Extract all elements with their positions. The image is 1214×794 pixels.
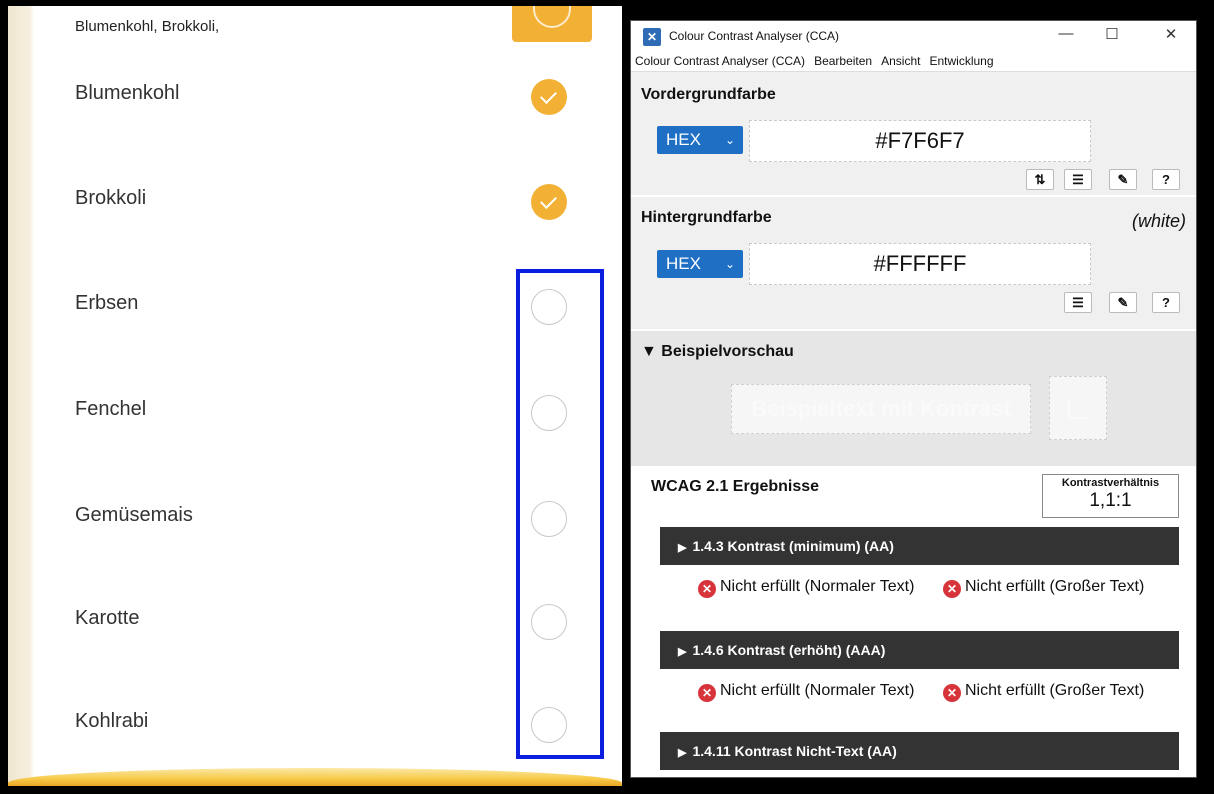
eyedropper-icon[interactable]: ✎	[1109, 292, 1137, 313]
result-normal-text: ✕ Nicht erfüllt (Normaler Text)	[698, 578, 918, 598]
item-label: Fenchel	[75, 398, 147, 420]
sliders-icon[interactable]: ☰	[1064, 292, 1092, 313]
list-item[interactable]: Brokkoli	[34, 171, 618, 231]
checked-icon[interactable]	[531, 79, 567, 115]
help-icon[interactable]: ?	[1152, 292, 1180, 313]
preview-toggle[interactable]: ▼ Beispielvorschau	[641, 343, 794, 361]
contrast-ratio-box: Kontrastverhältnis 1,1:1	[1042, 474, 1179, 518]
chart-preview-icon	[1049, 376, 1107, 440]
format-label: HEX	[666, 254, 701, 273]
chevron-up-icon	[533, 6, 571, 28]
preview-section: ▼ Beispielvorschau Beispieltext mit Kont…	[631, 329, 1196, 466]
background-format-select[interactable]: HEX ⌄	[657, 250, 743, 278]
selection-summary: Blumenkohl, Brokkoli,	[75, 18, 220, 35]
maximize-icon[interactable]: ☐	[1097, 25, 1127, 43]
cca-window: ✕ Colour Contrast Analyser (CCA) — ☐ ✕ C…	[630, 20, 1197, 778]
title-bar[interactable]: ✕ Colour Contrast Analyser (CCA) — ☐ ✕	[631, 21, 1196, 51]
triangle-down-icon: ▼	[641, 343, 657, 360]
ratio-value: 1,1:1	[1089, 490, 1132, 511]
item-label: Erbsen	[75, 292, 139, 314]
cca-app-icon: ✕	[643, 28, 661, 46]
criterion-label: 1.4.3 Kontrast (minimum) (AA)	[692, 538, 894, 554]
menu-item-app[interactable]: Colour Contrast Analyser (CCA)	[635, 51, 805, 71]
item-label: Karotte	[75, 607, 140, 629]
result-large-text: ✕ Nicht erfüllt (Großer Text)	[943, 682, 1183, 702]
menu-item-dev[interactable]: Entwicklung	[929, 51, 993, 71]
minimize-icon[interactable]: —	[1051, 25, 1081, 42]
format-label: HEX	[666, 130, 701, 149]
chevron-down-icon: ⌄	[724, 133, 735, 147]
preview-sample-text: Beispieltext mit Kontrast	[731, 384, 1031, 434]
fail-icon: ✕	[943, 684, 961, 702]
background-title: Hintergrundfarbe	[641, 209, 772, 226]
result-label: Nicht erfüllt (Großer Text)	[965, 578, 1145, 595]
criterion-1-4-6[interactable]: ▶ 1.4.6 Kontrast (erhöht) (AAA)	[660, 631, 1179, 669]
menu-item-view[interactable]: Ansicht	[881, 51, 920, 71]
result-label: Nicht erfüllt (Normaler Text)	[720, 682, 915, 699]
named-color-label: (white)	[1131, 211, 1186, 231]
collapse-button[interactable]	[512, 6, 592, 42]
item-label: Kohlrabi	[75, 710, 149, 732]
vegetable-app: Blumenkohl, Brokkoli, Blumenkohl Brokkol…	[8, 6, 622, 786]
criterion-1-4-11[interactable]: ▶ 1.4.11 Kontrast Nicht-Text (AA)	[660, 732, 1179, 770]
fail-icon: ✕	[698, 580, 716, 598]
checked-icon[interactable]	[531, 184, 567, 220]
preview-title-text: Beispielvorschau	[661, 343, 794, 360]
window-title: Colour Contrast Analyser (CCA)	[669, 29, 840, 43]
item-label: Blumenkohl	[75, 82, 180, 104]
swap-icon[interactable]: ⇅	[1026, 169, 1054, 190]
criterion-1-4-3[interactable]: ▶ 1.4.3 Kontrast (minimum) (AA)	[660, 527, 1179, 565]
list-item[interactable]: Blumenkohl	[34, 66, 618, 126]
close-icon[interactable]: ✕	[1156, 25, 1186, 43]
highlight-annotation	[516, 269, 604, 759]
background-hex-input[interactable]: #FFFFFF	[749, 243, 1091, 285]
item-label: Gemüsemais	[75, 504, 193, 526]
chevron-down-icon: ⌄	[724, 257, 735, 271]
fail-icon: ✕	[698, 684, 716, 702]
wcag-title: WCAG 2.1 Ergebnisse	[651, 478, 820, 495]
fail-icon: ✕	[943, 580, 961, 598]
triangle-right-icon: ▶	[678, 747, 687, 759]
sliders-icon[interactable]: ☰	[1064, 169, 1092, 190]
foreground-format-select[interactable]: HEX ⌄	[657, 126, 743, 154]
item-label: Brokkoli	[75, 187, 147, 209]
help-icon[interactable]: ?	[1152, 169, 1180, 190]
result-label: Nicht erfüllt (Großer Text)	[965, 682, 1145, 699]
result-normal-text: ✕ Nicht erfüllt (Normaler Text)	[698, 682, 918, 702]
wcag-results-section: WCAG 2.1 Ergebnisse Kontrastverhältnis 1…	[631, 466, 1196, 776]
triangle-right-icon: ▶	[678, 646, 687, 658]
foreground-hex-input[interactable]: #F7F6F7	[749, 120, 1091, 162]
triangle-right-icon: ▶	[678, 542, 687, 554]
foreground-section: Vordergrundfarbe HEX ⌄ #F7F6F7 ⇅ ☰ ✎ ?	[631, 71, 1196, 195]
menu-item-edit[interactable]: Bearbeiten	[814, 51, 872, 71]
result-large-text: ✕ Nicht erfüllt (Großer Text)	[943, 578, 1183, 598]
menu-bar: Colour Contrast Analyser (CCA) Bearbeite…	[631, 51, 1196, 71]
eyedropper-icon[interactable]: ✎	[1109, 169, 1137, 190]
background-section: Hintergrundfarbe (white) HEX ⌄ #FFFFFF ☰…	[631, 195, 1196, 329]
result-label: Nicht erfüllt (Normaler Text)	[720, 578, 915, 595]
criterion-label: 1.4.6 Kontrast (erhöht) (AAA)	[692, 642, 886, 658]
ratio-label: Kontrastverhältnis	[1061, 477, 1160, 489]
foreground-title: Vordergrundfarbe	[641, 86, 776, 103]
criterion-label: 1.4.11 Kontrast Nicht-Text (AA)	[692, 743, 897, 759]
